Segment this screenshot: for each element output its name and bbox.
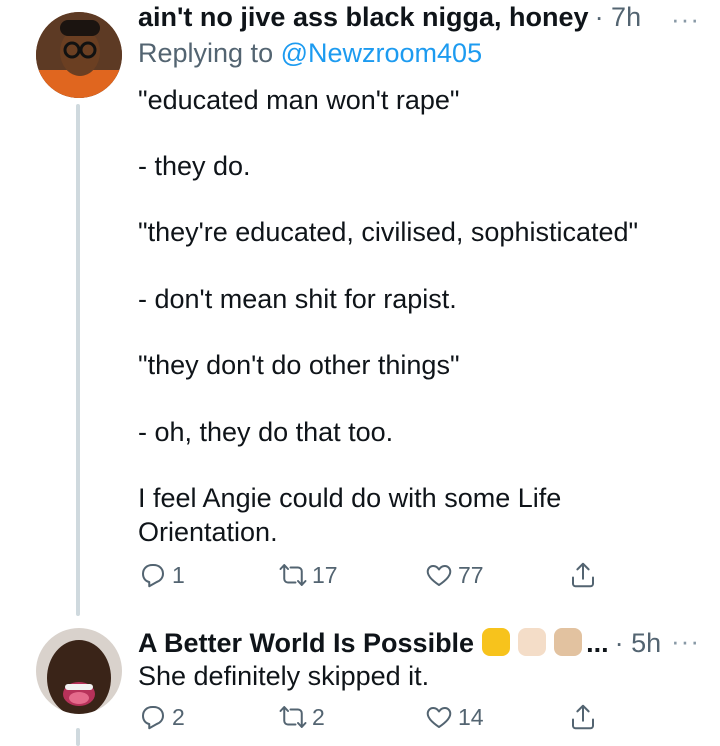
tweet-header: ain't no jive ass black nigga, honey · 7… (138, 2, 641, 33)
text-line: Orientation. (138, 517, 278, 547)
timestamp[interactable]: · 5h (615, 628, 662, 659)
text-line: - they do. (138, 151, 251, 181)
display-name[interactable]: ain't no jive ass black nigga, honey (138, 2, 589, 33)
tweet-header: A Better World Is Possible ... · 5h (138, 624, 661, 659)
like-icon (426, 707, 452, 728)
reply-button[interactable]: 2 (138, 702, 185, 732)
retweet-icon (279, 706, 307, 728)
avatar[interactable] (36, 12, 122, 98)
retweet-count: 17 (312, 561, 338, 588)
reply-count: 1 (172, 561, 185, 588)
reply-count: 2 (172, 703, 185, 730)
text-line: - don't mean shit for rapist. (138, 284, 457, 314)
like-button[interactable]: 14 (424, 702, 484, 732)
raised-fist-icon (518, 628, 547, 656)
share-icon (572, 562, 594, 588)
retweet-count: 2 (312, 703, 325, 730)
reply-icon (142, 706, 164, 730)
action-bar: 2 2 14 (138, 702, 608, 742)
tweet-2[interactable]: A Better World Is Possible ... · 5h ··· … (0, 612, 720, 746)
timestamp[interactable]: · 7h (595, 2, 642, 33)
reply-icon (142, 564, 164, 588)
thread-line (76, 728, 80, 746)
reply-handle[interactable]: @Newzroom405 (281, 38, 483, 68)
text-line: She definitely skipped it. (138, 661, 430, 691)
text-line: "they're educated, civilised, sophistica… (138, 217, 639, 247)
retweet-icon (279, 564, 307, 586)
raised-fist-icon (482, 628, 511, 656)
text-line: I feel Angie could do with some Life (138, 483, 562, 513)
text-line: "educated man won't rape" (138, 85, 460, 115)
like-icon (426, 565, 452, 586)
like-count: 77 (458, 561, 484, 588)
retweet-button[interactable]: 2 (278, 702, 325, 732)
like-button[interactable]: 77 (424, 560, 484, 590)
more-icon[interactable]: ··· (671, 626, 700, 657)
reply-prefix: Replying to (138, 38, 281, 68)
text-line: "they don't do other things" (138, 350, 460, 380)
share-icon (572, 704, 594, 730)
action-bar: 1 17 77 (138, 560, 608, 600)
more-icon[interactable]: ··· (671, 4, 700, 35)
thread-line (76, 104, 80, 616)
replying-to: Replying to @Newzroom405 (138, 38, 482, 69)
tweet-1[interactable]: ain't no jive ass black nigga, honey · 7… (0, 0, 720, 616)
retweet-button[interactable]: 17 (278, 560, 338, 590)
avatar[interactable] (36, 628, 122, 714)
text-line: - oh, they do that too. (138, 417, 394, 447)
raised-fist-icon (554, 628, 583, 656)
share-button[interactable] (568, 702, 598, 732)
share-button[interactable] (568, 560, 598, 590)
name-ellipsis: ... (586, 628, 609, 658)
reply-button[interactable]: 1 (138, 560, 185, 590)
tweet-text: She definitely skipped it. (138, 660, 698, 693)
display-name[interactable]: A Better World Is Possible (138, 628, 474, 659)
like-count: 14 (458, 703, 484, 730)
